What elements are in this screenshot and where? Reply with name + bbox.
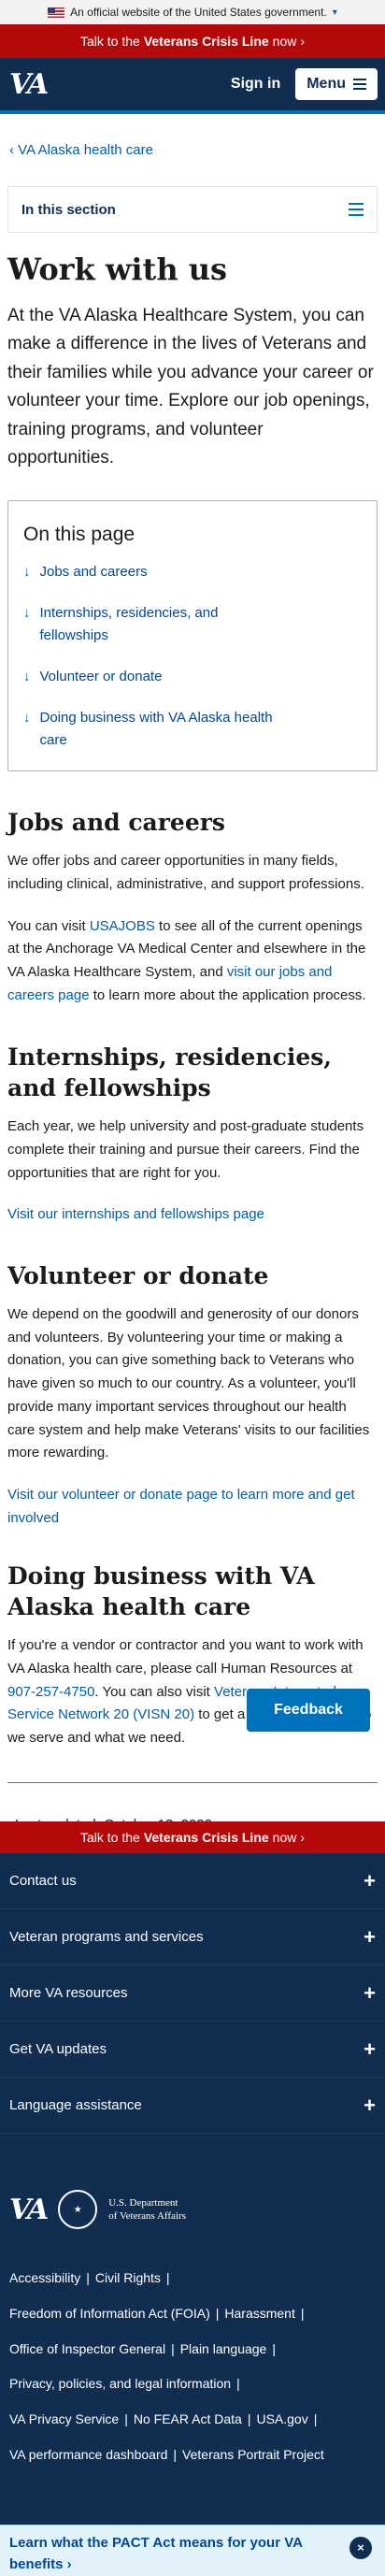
footer-link[interactable]: Office of Inspector General bbox=[9, 2341, 165, 2356]
divider bbox=[7, 1781, 378, 1783]
crisis-suffix: now bbox=[272, 1830, 297, 1845]
hamburger-icon bbox=[353, 79, 366, 90]
footer-link[interactable]: VA Privacy Service bbox=[9, 2411, 119, 2426]
official-gov-banner[interactable]: An official website of the United States… bbox=[0, 0, 385, 24]
crisis-line-name: Veterans Crisis Line bbox=[143, 1830, 269, 1845]
chevron-right-icon: › bbox=[300, 34, 306, 49]
footer-link[interactable]: Plain language bbox=[180, 2341, 267, 2356]
footer-link[interactable]: Freedom of Information Act (FOIA) bbox=[9, 2306, 210, 2321]
footer-accordion-resources[interactable]: More VA resources + bbox=[0, 1965, 385, 2022]
internships-paragraph: Each year, we help university and post-g… bbox=[7, 1118, 364, 1181]
chevron-right-icon: › bbox=[300, 1830, 306, 1845]
volunteer-paragraph: We depend on the goodwill and generosity… bbox=[7, 1305, 370, 1461]
on-this-page-item[interactable]: ↓ Internships, residencies, and fellowshi… bbox=[23, 602, 362, 647]
menu-label: Menu bbox=[307, 76, 346, 92]
arrow-down-icon: ↓ bbox=[23, 710, 31, 727]
on-this-page-item[interactable]: ↓ Jobs and careers bbox=[23, 561, 362, 583]
plus-icon: + bbox=[364, 2036, 376, 2061]
feedback-button[interactable]: Feedback bbox=[247, 1689, 370, 1732]
on-this-page-item[interactable]: ↓ Volunteer or donate bbox=[23, 666, 362, 688]
footer-link[interactable]: Veterans Portrait Project bbox=[182, 2447, 324, 2462]
footer-link[interactable]: Civil Rights bbox=[95, 2270, 161, 2285]
otp-link-internships[interactable]: Internships, residencies, and fellowship… bbox=[40, 602, 283, 647]
footer-link[interactable]: USA.gov bbox=[256, 2411, 307, 2426]
footer-links: Accessibility | Civil Rights | Freedom of I… bbox=[9, 2270, 324, 2462]
us-flag-icon bbox=[48, 7, 65, 18]
site-header: VA Sign in Menu bbox=[0, 58, 385, 114]
footer-accordion-contact[interactable]: Contact us + bbox=[0, 1853, 385, 1909]
pact-act-link[interactable]: Learn what the PACT Act means for your V… bbox=[9, 2535, 302, 2572]
crisis-line-banner[interactable]: Talk to the Veterans Crisis Line now › bbox=[0, 24, 385, 58]
footer-accordion-language[interactable]: Language assistance + bbox=[0, 2078, 385, 2134]
main-content: Work with us At the VA Alaska Healthcare… bbox=[0, 252, 385, 1833]
pact-act-banner[interactable]: Learn what the PACT Act means for your V… bbox=[0, 2525, 385, 2576]
crisis-prefix: Talk to the bbox=[79, 1830, 140, 1845]
in-this-section-menu[interactable]: In this section bbox=[7, 186, 378, 233]
accordion-label: More VA resources bbox=[9, 1985, 128, 2001]
accordion-label: Language assistance bbox=[9, 2097, 142, 2113]
arrow-down-icon: ↓ bbox=[23, 669, 31, 685]
section-title-internships: Internships, residencies, and fellowship… bbox=[7, 1043, 332, 1102]
va-seal-icon: ★ bbox=[58, 2190, 98, 2229]
footer-link[interactable]: VA performance dashboard bbox=[9, 2447, 167, 2462]
jobs-paragraph-1: We offer jobs and career opportunities i… bbox=[7, 853, 364, 892]
footer-link[interactable]: Privacy, policies, and legal information bbox=[9, 2376, 231, 2391]
footer-link[interactable]: No FEAR Act Data bbox=[134, 2411, 242, 2426]
va-footer-logo: VA bbox=[9, 2193, 49, 2226]
sign-in-button[interactable]: Sign in bbox=[231, 76, 280, 93]
hr-phone-link[interactable]: 907-257-4750 bbox=[7, 1684, 94, 1700]
department-name: U.S. Department of Veterans Affairs bbox=[108, 2196, 186, 2222]
plus-icon: + bbox=[364, 1924, 376, 1949]
internships-link[interactable]: Visit our internships and fellowships pa… bbox=[7, 1206, 264, 1222]
footer-accordion-programs[interactable]: Veteran programs and services + bbox=[0, 1909, 385, 1965]
arrow-down-icon: ↓ bbox=[23, 564, 31, 581]
section-menu-icon bbox=[349, 203, 364, 216]
on-this-page-box: On this page ↓ Jobs and careers ↓ Internsh… bbox=[7, 500, 378, 772]
close-icon[interactable]: × bbox=[349, 2537, 372, 2559]
section-title-jobs: Jobs and careers bbox=[7, 809, 225, 837]
accordion-label: Veteran programs and services bbox=[9, 1929, 204, 1945]
in-this-section-label: In this section bbox=[21, 201, 116, 218]
otp-link-business[interactable]: Doing business with VA Alaska health car… bbox=[40, 707, 283, 752]
on-this-page-item[interactable]: ↓ Doing business with VA Alaska health ca… bbox=[23, 707, 362, 752]
accordion-label: Get VA updates bbox=[9, 2041, 107, 2057]
breadcrumb: ‹ VA Alaska health care bbox=[0, 114, 385, 158]
section-title-volunteer: Volunteer or donate bbox=[7, 1262, 269, 1290]
footer-logo[interactable]: VA ★ U.S. Department of Veterans Affairs bbox=[0, 2152, 385, 2229]
otp-link-jobs[interactable]: Jobs and careers bbox=[40, 561, 283, 583]
jobs-paragraph-2: You can visit USAJOBS to see all of the … bbox=[7, 917, 366, 1003]
va-logo[interactable]: VA bbox=[9, 68, 49, 101]
page-title: Work with us bbox=[7, 252, 228, 287]
plus-icon: + bbox=[364, 1868, 376, 1892]
gov-banner-text: An official website of the United States… bbox=[70, 6, 327, 19]
crisis-prefix: Talk to the bbox=[79, 34, 140, 49]
otp-link-volunteer[interactable]: Volunteer or donate bbox=[40, 666, 283, 688]
footer-link[interactable]: Accessibility bbox=[9, 2270, 80, 2285]
chevron-down-icon: ▾ bbox=[332, 7, 337, 18]
site-footer: Talk to the Veterans Crisis Line now › C… bbox=[0, 1821, 385, 2576]
intro-text: At the VA Alaska Healthcare System, you … bbox=[7, 306, 374, 468]
section-title-business: Doing business with VA Alaska health car… bbox=[7, 1561, 315, 1621]
plus-icon: + bbox=[364, 1980, 376, 2005]
menu-button[interactable]: Menu bbox=[295, 68, 378, 100]
footer-crisis-line-banner[interactable]: Talk to the Veterans Crisis Line now › bbox=[0, 1821, 385, 1853]
arrow-down-icon: ↓ bbox=[23, 605, 31, 622]
footer-accordion-updates[interactable]: Get VA updates + bbox=[0, 2022, 385, 2078]
usajobs-link[interactable]: USAJOBS bbox=[90, 918, 155, 934]
plus-icon: + bbox=[364, 2093, 376, 2117]
accordion-label: Contact us bbox=[9, 1873, 77, 1889]
volunteer-link[interactable]: Visit our volunteer or donate page to le… bbox=[7, 1487, 355, 1526]
crisis-line-name: Veterans Crisis Line bbox=[143, 34, 269, 49]
crisis-suffix: now bbox=[272, 34, 297, 49]
footer-link[interactable]: Harassment bbox=[224, 2306, 294, 2321]
on-this-page-title: On this page bbox=[23, 524, 135, 546]
breadcrumb-back-link[interactable]: ‹ VA Alaska health care bbox=[9, 142, 153, 158]
